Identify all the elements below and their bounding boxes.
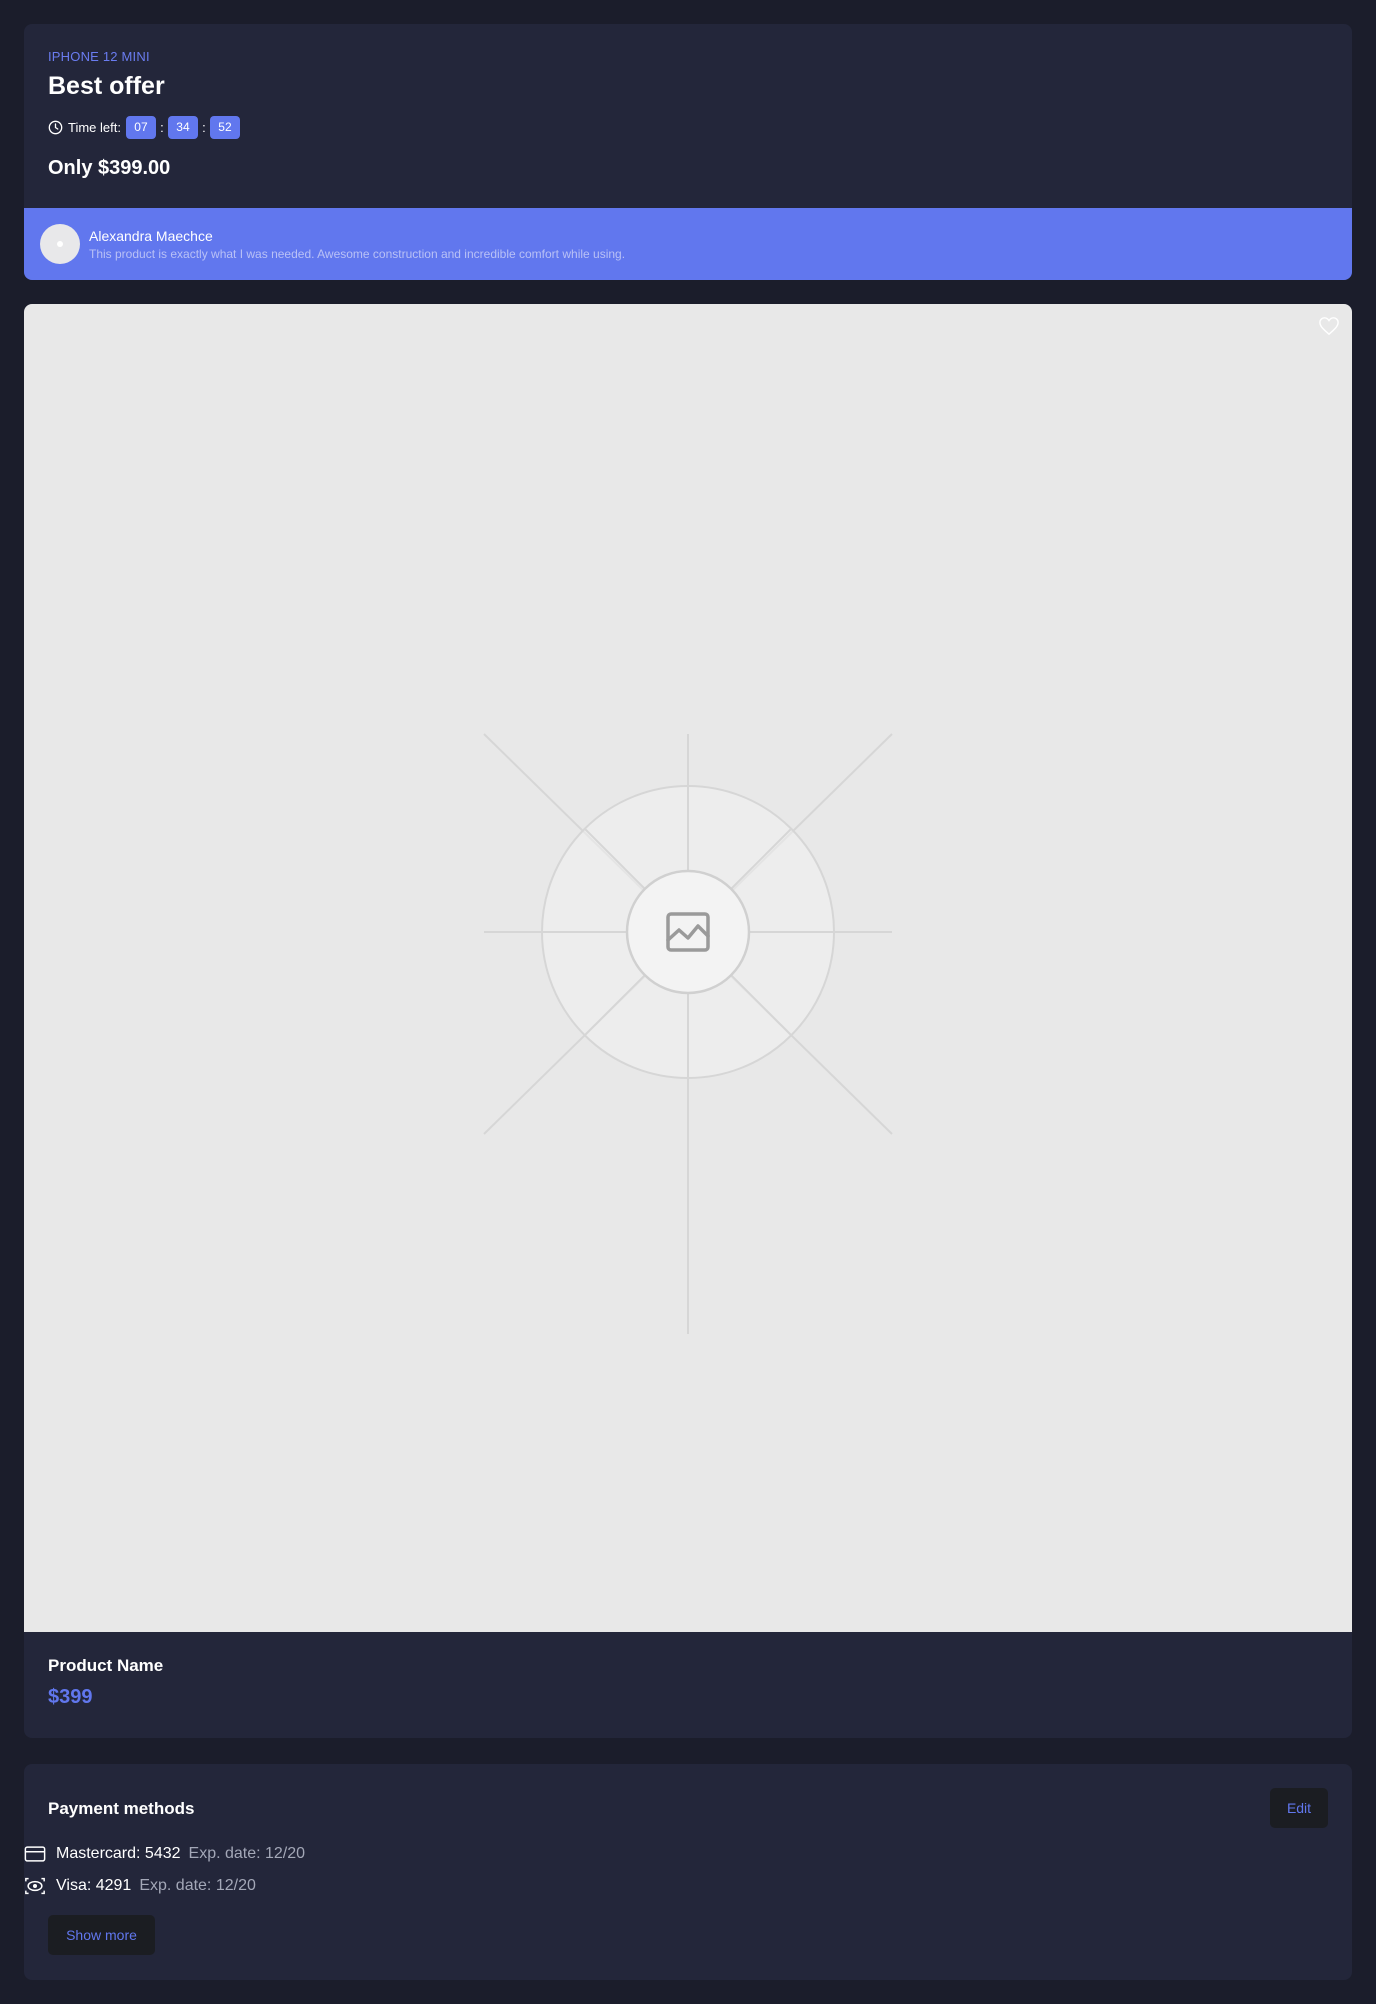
timer-separator: :	[202, 119, 206, 135]
payment-method-name: Mastercard: 5432	[56, 1845, 181, 1862]
timer-minutes: 34	[167, 115, 198, 139]
product-info: Product Name $399	[48, 1656, 163, 1709]
avatar-placeholder-icon	[57, 241, 63, 247]
payment-method-row[interactable]: Visa: 4291 Exp. date: 12/20	[24, 1876, 256, 1896]
offer-eyebrow: IPHONE 12 MINI	[48, 49, 150, 64]
heart-icon[interactable]	[1318, 316, 1340, 336]
countdown-timer: Time left: 07 : 34 : 52	[48, 115, 1328, 139]
timer-hours: 07	[125, 115, 156, 139]
review-content: Alexandra Maechce This product is exactl…	[89, 228, 625, 261]
payment-method-exp: Exp. date: 12/20	[188, 1845, 306, 1862]
product-card[interactable]: Product Name $399	[24, 304, 1352, 1738]
credit-card-icon	[24, 1846, 46, 1862]
clock-icon	[48, 120, 63, 134]
offer-price: Only $399.00	[48, 157, 171, 179]
image-placeholder-icon	[483, 733, 893, 1334]
timer-seconds: 52	[209, 115, 240, 139]
offer-card: IPHONE 12 MINI Best offer Time left: 07 …	[24, 24, 1352, 280]
payment-methods-card: Payment methods Edit Show more	[24, 1764, 1352, 1980]
visa-card-icon	[25, 1877, 45, 1895]
payment-method-exp: Exp. date: 12/20	[139, 1877, 256, 1894]
payment-method-row[interactable]: Mastercard: 5432 Exp. date: 12/20	[24, 1844, 305, 1864]
review-text: This product is exactly what I was neede…	[89, 246, 626, 261]
payment-methods-title: Payment methods	[48, 1799, 195, 1818]
show-more-button[interactable]: Show more	[48, 1915, 155, 1955]
timer-separator: :	[160, 119, 164, 135]
payment-method-name: Visa: 4291	[56, 1877, 132, 1894]
review-banner: Alexandra Maechce This product is exactl…	[24, 208, 1352, 280]
reviewer-name: Alexandra Maechce	[89, 227, 213, 244]
avatar	[40, 224, 80, 264]
product-image	[24, 304, 1352, 1632]
product-price: $399	[48, 1686, 93, 1708]
product-name: Product Name	[48, 1656, 164, 1675]
edit-button[interactable]: Edit	[1270, 1788, 1328, 1828]
timer-label: Time left:	[68, 119, 121, 135]
offer-title: Best offer	[48, 72, 165, 100]
